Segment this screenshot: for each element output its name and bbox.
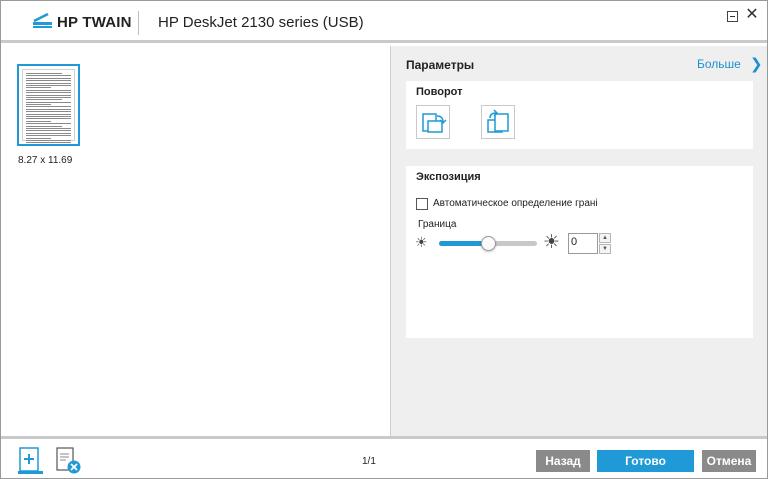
thumbnail-text-line (26, 108, 71, 110)
done-button[interactable]: Готово (597, 450, 694, 472)
thumbnail-text-line (26, 96, 71, 98)
thumbnail-text-line (26, 127, 71, 129)
cancel-button[interactable]: Отмена (702, 450, 756, 472)
spin-down-icon[interactable]: ▼ (599, 244, 611, 254)
title-bar: HP TWAIN HP DeskJet 2130 series (USB) ✕ (1, 1, 767, 43)
close-icon[interactable]: ✕ (745, 7, 759, 23)
thumbnail-text-line (26, 104, 51, 106)
thumbnail-text-line (26, 99, 62, 101)
border-value-stepper: ▲ ▼ (599, 233, 611, 254)
minimize-icon[interactable] (727, 11, 738, 22)
settings-panel: Параметры Больше ❯ Поворот Экспозиция Ав… (390, 46, 767, 436)
thumbnail-text-line (26, 87, 51, 89)
chevron-right-icon[interactable]: ❯ (750, 55, 763, 73)
brand-title: HP TWAIN (57, 14, 132, 31)
back-button[interactable]: Назад (536, 450, 590, 472)
add-page-scan-icon[interactable] (17, 446, 45, 476)
delete-page-icon[interactable] (54, 446, 82, 476)
settings-title: Параметры (406, 58, 475, 72)
thumbnail-text-line (26, 111, 71, 113)
rotation-title: Поворот (416, 86, 463, 98)
thumbnail-text-line (26, 123, 71, 125)
device-name: HP DeskJet 2130 series (USB) (158, 14, 364, 31)
rotate-left-button[interactable] (416, 105, 450, 139)
thumbnail-text-line (26, 118, 71, 120)
thumbnail-text-line (26, 142, 71, 144)
auto-border-checkbox[interactable] (416, 198, 428, 210)
thumbnail-text-line (26, 113, 71, 115)
slider-handle[interactable] (481, 236, 496, 251)
page-indicator: 1/1 (362, 456, 376, 467)
brightness-high-icon: ☀ (543, 232, 561, 253)
border-label: Граница (418, 219, 457, 230)
thumbnail-text-line (26, 75, 71, 77)
rotate-right-icon (487, 109, 509, 133)
brightness-low-icon: ☀ (415, 234, 428, 250)
thumbnail-text-line (26, 120, 51, 122)
preview-area: 8.27 x 11.69 (1, 46, 389, 436)
thumbnail-text-line (26, 135, 71, 137)
rotate-right-button[interactable] (481, 105, 515, 139)
border-value-input[interactable]: 0 (568, 233, 598, 254)
thumbnail-text-line (26, 92, 71, 94)
thumbnail-text-line (26, 139, 71, 141)
thumbnail-text-line (26, 82, 71, 84)
thumbnail-text-line (26, 94, 71, 96)
thumbnail-text-line (26, 77, 71, 79)
rotate-left-icon (422, 113, 447, 133)
thumbnail-text-line (26, 89, 71, 91)
thumbnail-text-line (26, 116, 71, 118)
thumbnail-text-line (26, 137, 51, 139)
more-link[interactable]: Больше (697, 57, 741, 71)
thumbnail-text-line (26, 80, 71, 82)
exposure-title: Экспозиция (416, 171, 481, 183)
hp-twain-window: HP TWAIN HP DeskJet 2130 series (USB) ✕ … (0, 0, 768, 479)
thumbnail-page-image (22, 69, 75, 144)
page-thumbnail[interactable] (17, 64, 80, 146)
exposure-card: Экспозиция Автоматическое определение гр… (406, 166, 753, 338)
auto-border-label: Автоматическое определение грані (433, 198, 598, 209)
thumbnail-text-line (26, 84, 71, 86)
hp-scan-logo-icon (33, 13, 52, 28)
thumbnail-text-line (26, 132, 71, 134)
thumbnail-text-line (26, 101, 71, 103)
bottom-bar: 1/1 Назад Готово Отмена (1, 436, 767, 478)
thumbnail-size-caption: 8.27 x 11.69 (18, 155, 73, 166)
spin-up-icon[interactable]: ▲ (599, 233, 611, 243)
thumbnail-text-line (26, 130, 71, 132)
title-divider (138, 11, 139, 35)
rotation-card: Поворот (406, 81, 753, 149)
thumbnail-text-line (26, 125, 62, 127)
thumbnail-text-line (26, 106, 71, 108)
thumbnail-text-line (26, 73, 62, 74)
border-slider[interactable] (439, 236, 537, 251)
